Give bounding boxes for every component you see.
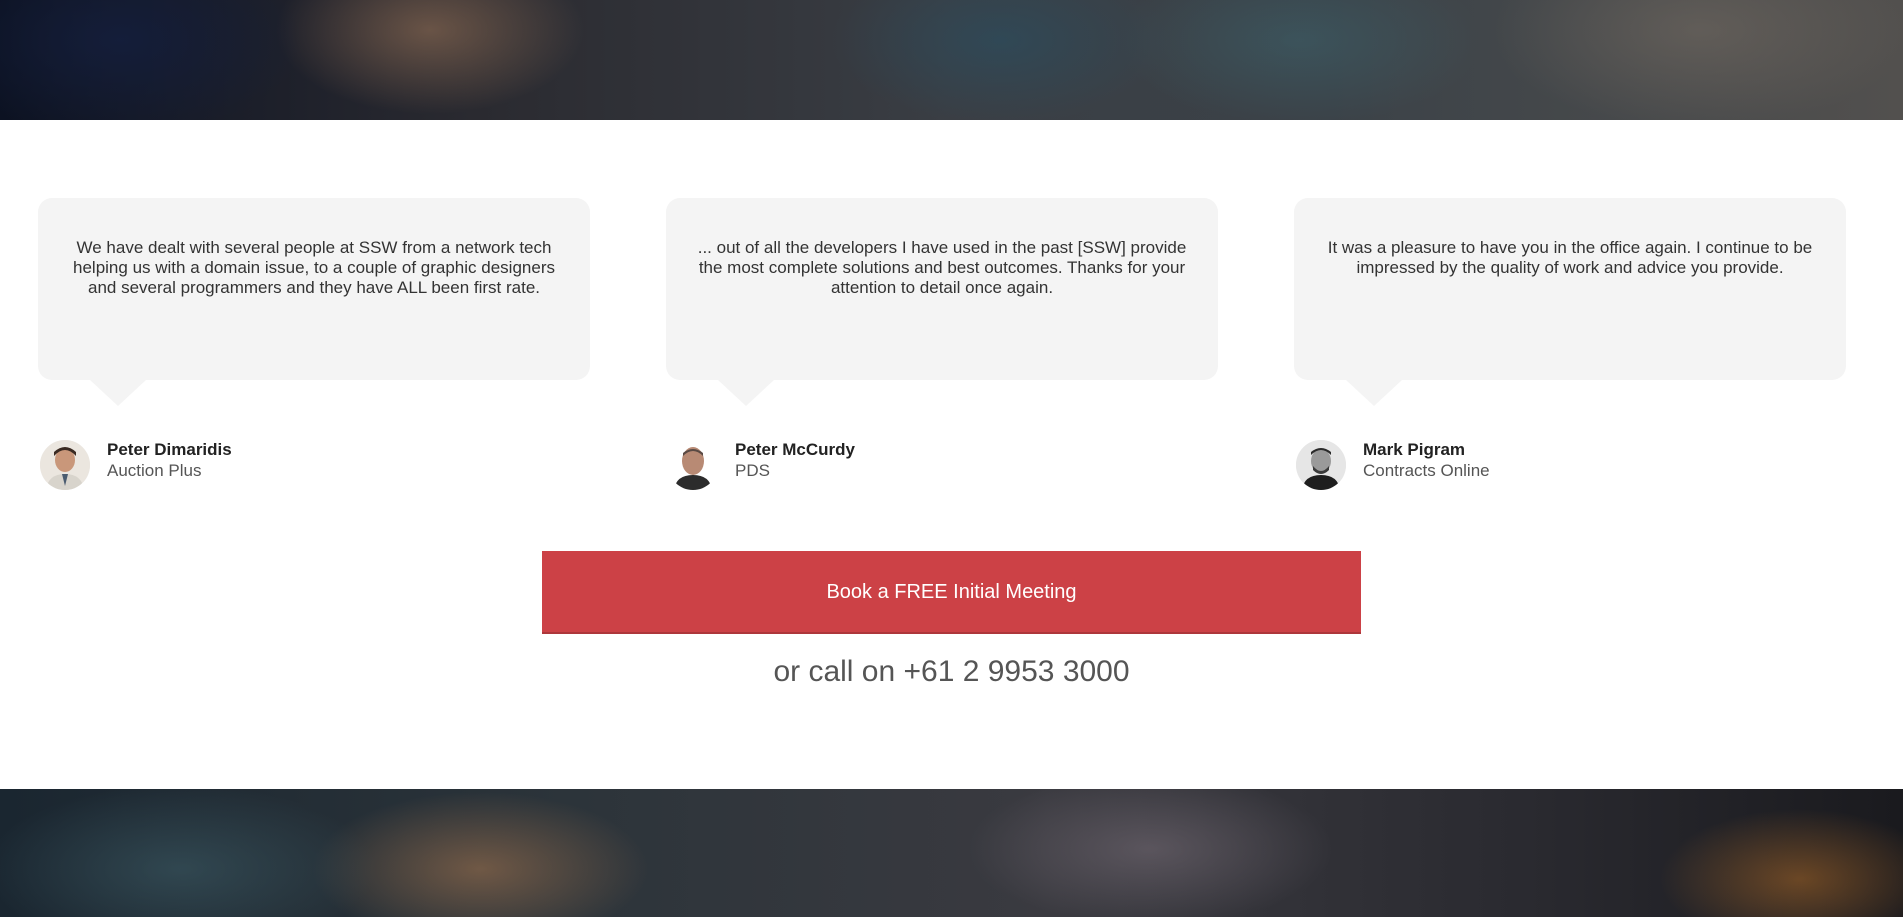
- person-avatar-icon: [668, 440, 718, 490]
- testimonial-author: Peter McCurdy PDS: [666, 440, 1066, 492]
- person-avatar-icon: [1296, 440, 1346, 490]
- hero-background-top: [0, 0, 1903, 120]
- avatar: [668, 440, 718, 490]
- bubble-tail: [90, 380, 146, 406]
- author-company: Contracts Online: [1363, 461, 1490, 480]
- book-meeting-button[interactable]: Book a FREE Initial Meeting: [542, 551, 1361, 634]
- quote-text: We have dealt with several people at SSW…: [73, 238, 555, 297]
- quote-bubble: We have dealt with several people at SSW…: [38, 198, 590, 406]
- author-name: Peter McCurdy: [735, 440, 855, 459]
- testimonial-author: Peter Dimaridis Auction Plus: [38, 440, 438, 492]
- testimonial-card: We have dealt with several people at SSW…: [38, 198, 590, 490]
- bubble-tail: [718, 380, 774, 406]
- author-company: PDS: [735, 461, 770, 480]
- quote-text: ... out of all the developers I have use…: [697, 238, 1187, 297]
- testimonial-card: It was a pleasure to have you in the off…: [1294, 198, 1846, 490]
- hero-background-bottom: [0, 789, 1903, 917]
- avatar: [40, 440, 90, 490]
- quote-bubble: ... out of all the developers I have use…: [666, 198, 1218, 406]
- author-company: Auction Plus: [107, 461, 202, 480]
- quote-text: It was a pleasure to have you in the off…: [1327, 238, 1813, 277]
- author-name: Peter Dimaridis: [107, 440, 232, 459]
- testimonial-card: ... out of all the developers I have use…: [666, 198, 1218, 490]
- bubble-tail: [1346, 380, 1402, 406]
- call-phone-text: or call on +61 2 9953 3000: [773, 655, 1130, 688]
- person-avatar-icon: [40, 440, 90, 490]
- testimonial-author: Mark Pigram Contracts Online: [1294, 440, 1694, 492]
- author-name: Mark Pigram: [1363, 440, 1466, 459]
- avatar: [1296, 440, 1346, 490]
- quote-bubble: It was a pleasure to have you in the off…: [1294, 198, 1846, 406]
